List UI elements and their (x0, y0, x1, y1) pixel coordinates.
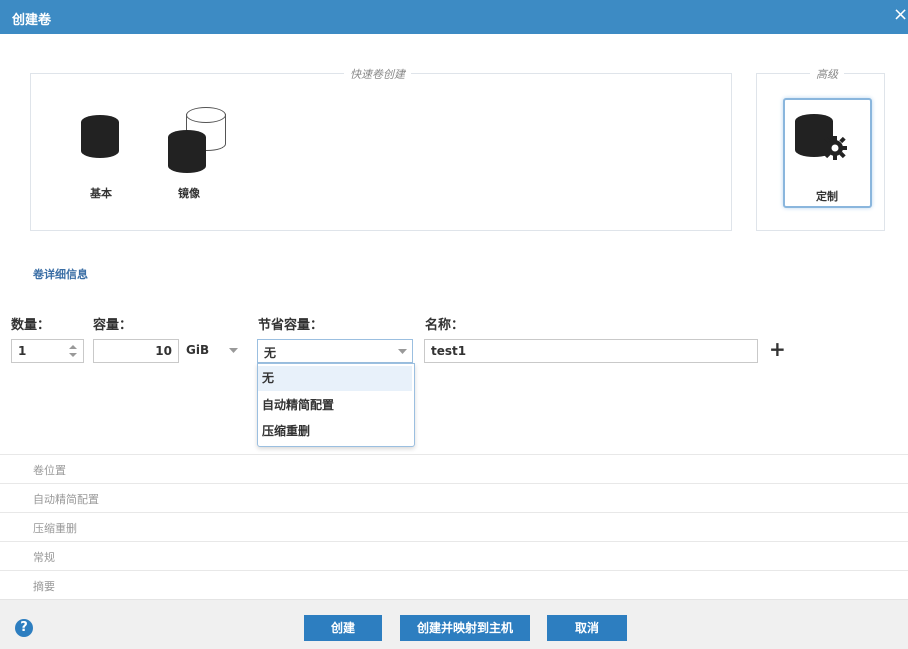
add-volume-icon[interactable]: + (769, 338, 786, 360)
capacity-value: 10 (155, 344, 172, 358)
name-label: 名称： (425, 318, 465, 333)
help-icon[interactable]: ? (15, 619, 33, 637)
advanced-legend: 高级 (810, 66, 844, 82)
cancel-button[interactable]: 取消 (547, 615, 627, 641)
section-location-label: 卷位置 (33, 464, 66, 477)
name-value: test1 (431, 344, 467, 358)
savings-dropdown: 无 自动精简配置 压缩重删 (257, 363, 415, 447)
create-and-map-button[interactable]: 创建并映射到主机 (400, 615, 530, 641)
savings-option-thin[interactable]: 自动精简配置 (258, 393, 412, 418)
volume-details-title[interactable]: 卷详细信息 (33, 266, 88, 282)
dialog-title-bar (0, 0, 908, 34)
dialog-title: 创建卷 (12, 13, 52, 28)
section-summary[interactable]: 摘要 (0, 571, 908, 600)
quantity-value: 1 (18, 344, 27, 358)
quantity-label: 数量： (11, 318, 51, 333)
custom-option-label: 定制 (816, 190, 838, 203)
chevron-down-icon (398, 349, 407, 354)
capacity-label: 容量： (93, 318, 133, 333)
savings-option-none[interactable]: 无 (258, 366, 412, 391)
single-disk-icon (81, 115, 119, 160)
section-general-label: 常规 (33, 551, 55, 564)
chevron-down-icon (229, 348, 238, 353)
custom-option[interactable]: 定制 (783, 98, 872, 208)
section-dedupe[interactable]: 压缩重删 (0, 513, 908, 542)
savings-select[interactable]: 无 (257, 339, 413, 363)
quick-option-basic[interactable]: 基本 (70, 110, 130, 210)
capacity-input[interactable]: 10 (93, 339, 179, 363)
quick-create-legend: 快速卷创建 (344, 66, 411, 82)
section-dedupe-label: 压缩重删 (33, 522, 77, 535)
quick-create-panel (30, 73, 732, 231)
capacity-unit-select[interactable]: GiB (180, 339, 246, 363)
create-button[interactable]: 创建 (304, 615, 382, 641)
stepper-arrows-icon[interactable] (68, 343, 78, 359)
quick-option-basic-label: 基本 (90, 187, 112, 200)
savings-option-dedupe[interactable]: 压缩重删 (258, 419, 412, 444)
savings-label: 节省容量： (258, 318, 324, 333)
section-general[interactable]: 常规 (0, 542, 908, 571)
savings-value: 无 (264, 346, 277, 360)
section-location[interactable]: 卷位置 (0, 455, 908, 484)
name-input[interactable]: test1 (424, 339, 758, 363)
close-icon[interactable]: × (893, 5, 908, 25)
quick-option-mirror[interactable]: 镜像 (160, 105, 240, 210)
quantity-stepper[interactable]: 1 (11, 339, 84, 363)
section-thin-provisioning[interactable]: 自动精简配置 (0, 484, 908, 513)
quick-option-mirror-label: 镜像 (178, 187, 200, 200)
section-summary-label: 摘要 (33, 580, 55, 593)
section-thin-provisioning-label: 自动精简配置 (33, 493, 99, 506)
capacity-unit-value: GiB (186, 343, 210, 357)
